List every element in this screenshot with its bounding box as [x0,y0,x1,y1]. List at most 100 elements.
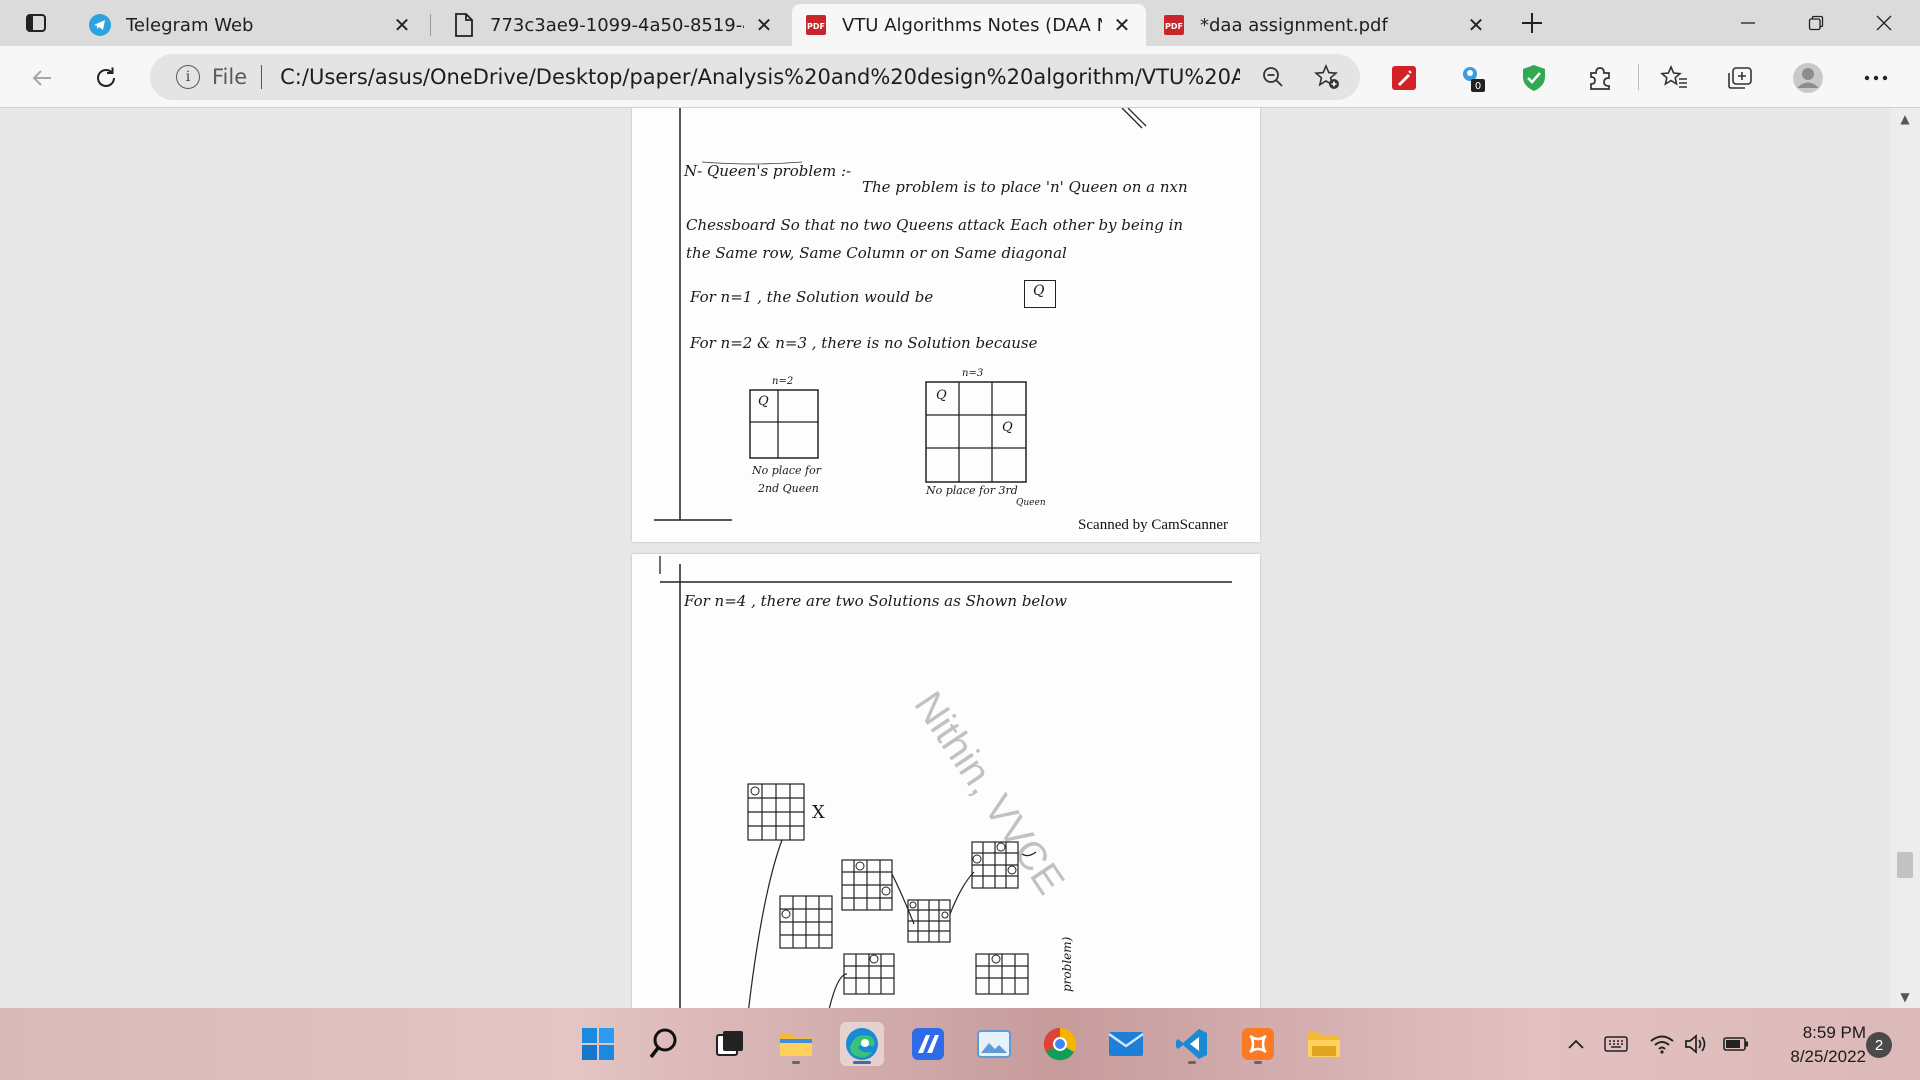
photos-icon [977,1030,1011,1058]
xampp-icon [1242,1028,1274,1060]
tab-title: *daa assignment.pdf [1200,14,1388,36]
profile-avatar[interactable] [1788,58,1828,98]
start-button[interactable] [576,1022,620,1066]
zoom-out-icon[interactable] [1260,64,1286,90]
bullet-n1: For n=1 , the Solution would be [690,288,934,306]
show-hidden-icons-button[interactable] [1562,1030,1590,1058]
app-button-blue[interactable] [906,1022,950,1066]
keyboard-tray-button[interactable] [1602,1030,1630,1058]
toolbar-divider [1638,64,1639,90]
xampp-button[interactable] [1236,1022,1280,1066]
shield-extension-icon[interactable] [1514,58,1554,98]
running-indicator [1254,1061,1262,1064]
restore-button[interactable] [1784,0,1848,46]
task-view-button[interactable] [708,1022,752,1066]
extension-badge: 0 [1475,81,1481,92]
tab-title: VTU Algorithms Notes (DAA Not [842,14,1102,36]
close-tab-icon[interactable]: ✕ [1110,13,1134,37]
running-indicator [1188,1061,1196,1064]
refresh-button[interactable] [86,58,126,98]
n2-caption-line2: 2nd Queen [758,482,819,495]
close-tab-icon[interactable]: ✕ [1464,13,1488,37]
plus-icon [1522,13,1542,33]
close-tab-icon[interactable]: ✕ [752,13,776,37]
chrome-button[interactable] [1038,1022,1082,1066]
n3-queen-2: Q [1002,420,1013,435]
volume-tray-button[interactable] [1682,1030,1710,1058]
design-app-icon [912,1028,944,1060]
browser-toolbar: i File C:/Users/asus/OneDrive/Desktop/pa… [0,46,1920,108]
pdf-viewer[interactable]: N- Queen's problem :- The problem is to … [0,108,1920,1008]
close-tab-icon[interactable]: ✕ [390,13,414,37]
site-info-icon[interactable]: i [176,65,200,89]
tab-document[interactable]: 773c3ae9-1099-4a50-8519-4ea5 ✕ [440,4,788,46]
restore-icon [1808,15,1824,31]
clock-date: 8/25/2022 [1790,1047,1866,1066]
section-heading: N- Queen's problem :- [684,162,852,180]
pdf-page-2: For n=4 , there are two Solutions as Sho… [632,554,1260,1008]
n3-caption-line1: No place for 3rd [926,484,1018,497]
document-icon [452,13,476,37]
app-button-photos[interactable] [972,1022,1016,1066]
new-tab-button[interactable] [1514,6,1550,40]
keyboard-icon [1604,1036,1628,1052]
pdf-page-1: N- Queen's problem :- The problem is to … [632,108,1260,542]
edge-icon [846,1028,878,1060]
settings-menu-icon[interactable] [1856,58,1896,98]
edge-browser-button[interactable] [840,1022,884,1066]
tab-divider [430,14,431,36]
chevron-up-icon [1568,1039,1584,1049]
running-indicator [792,1061,800,1064]
search-button[interactable] [642,1022,686,1066]
n3-queen-1: Q [936,388,947,403]
wifi-tray-button[interactable] [1648,1030,1676,1058]
vscode-button[interactable] [1170,1022,1214,1066]
explorer-pinned-button[interactable] [1302,1022,1346,1066]
page2-drawings [659,556,1232,1008]
battery-tray-button[interactable] [1722,1030,1750,1058]
system-clock[interactable]: 8:59 PM 8/25/2022 [1760,1021,1866,1069]
n2-queen: Q [758,394,769,409]
url-text[interactable]: C:/Users/asus/OneDrive/Desktop/paper/Ana… [280,65,1240,89]
n2-caption-line1: No place for [752,464,821,477]
tab-daa-assignment[interactable]: PDF *daa assignment.pdf ✕ [1150,4,1500,46]
scheme-label: File [212,65,248,89]
scroll-thumb[interactable] [1897,852,1913,878]
back-arrow-icon [32,70,51,86]
extensions-puzzle-icon[interactable] [1580,58,1620,98]
tab-vtu-notes[interactable]: PDF VTU Algorithms Notes (DAA Not ✕ [792,4,1146,46]
tab-actions-icon [26,14,46,32]
tab-strip: Telegram Web ✕ 773c3ae9-1099-4a50-8519-4… [0,0,1920,46]
minimize-button[interactable] [1716,0,1780,46]
back-button[interactable] [22,58,62,98]
page1-line-3: the Same row, Same Column or on Same dia… [686,244,1067,262]
close-window-button[interactable] [1852,0,1916,46]
pen-extension-icon[interactable] [1384,58,1424,98]
mail-button[interactable] [1104,1022,1148,1066]
cross-mark: X [812,802,825,823]
notification-badge[interactable]: 2 [1866,1032,1892,1058]
page1-line-2: Chessboard So that no two Queens attack … [686,216,1184,234]
address-bar[interactable]: i File C:/Users/asus/OneDrive/Desktop/pa… [150,54,1360,100]
favorites-icon[interactable] [1654,58,1694,98]
scroll-down-arrow-icon[interactable]: ▼ [1898,990,1912,1004]
n1-board: Q [1024,280,1056,308]
task-view-icon [716,1031,743,1056]
bullet-n4: For n=4 , there are two Solutions as Sho… [684,592,1067,610]
search-icon [649,1028,677,1059]
wifi-icon [1650,1035,1674,1054]
file-explorer-button[interactable] [774,1022,818,1066]
vertical-scrollbar[interactable]: ▲ ▼ [1890,108,1920,1008]
add-favorite-icon[interactable] [1314,64,1340,90]
tab-actions-button[interactable] [14,7,58,39]
scroll-up-arrow-icon[interactable]: ▲ [1898,112,1912,126]
collections-icon[interactable] [1720,58,1760,98]
folder-icon [1308,1032,1340,1057]
n2-label: n=2 [772,376,794,387]
minimize-icon [1741,22,1755,24]
counter-extension-icon[interactable]: 0 [1452,58,1492,98]
windows-logo-icon [582,1028,614,1060]
refresh-icon [97,67,115,87]
tab-telegram[interactable]: Telegram Web ✕ [76,4,426,46]
close-icon [1876,15,1892,31]
